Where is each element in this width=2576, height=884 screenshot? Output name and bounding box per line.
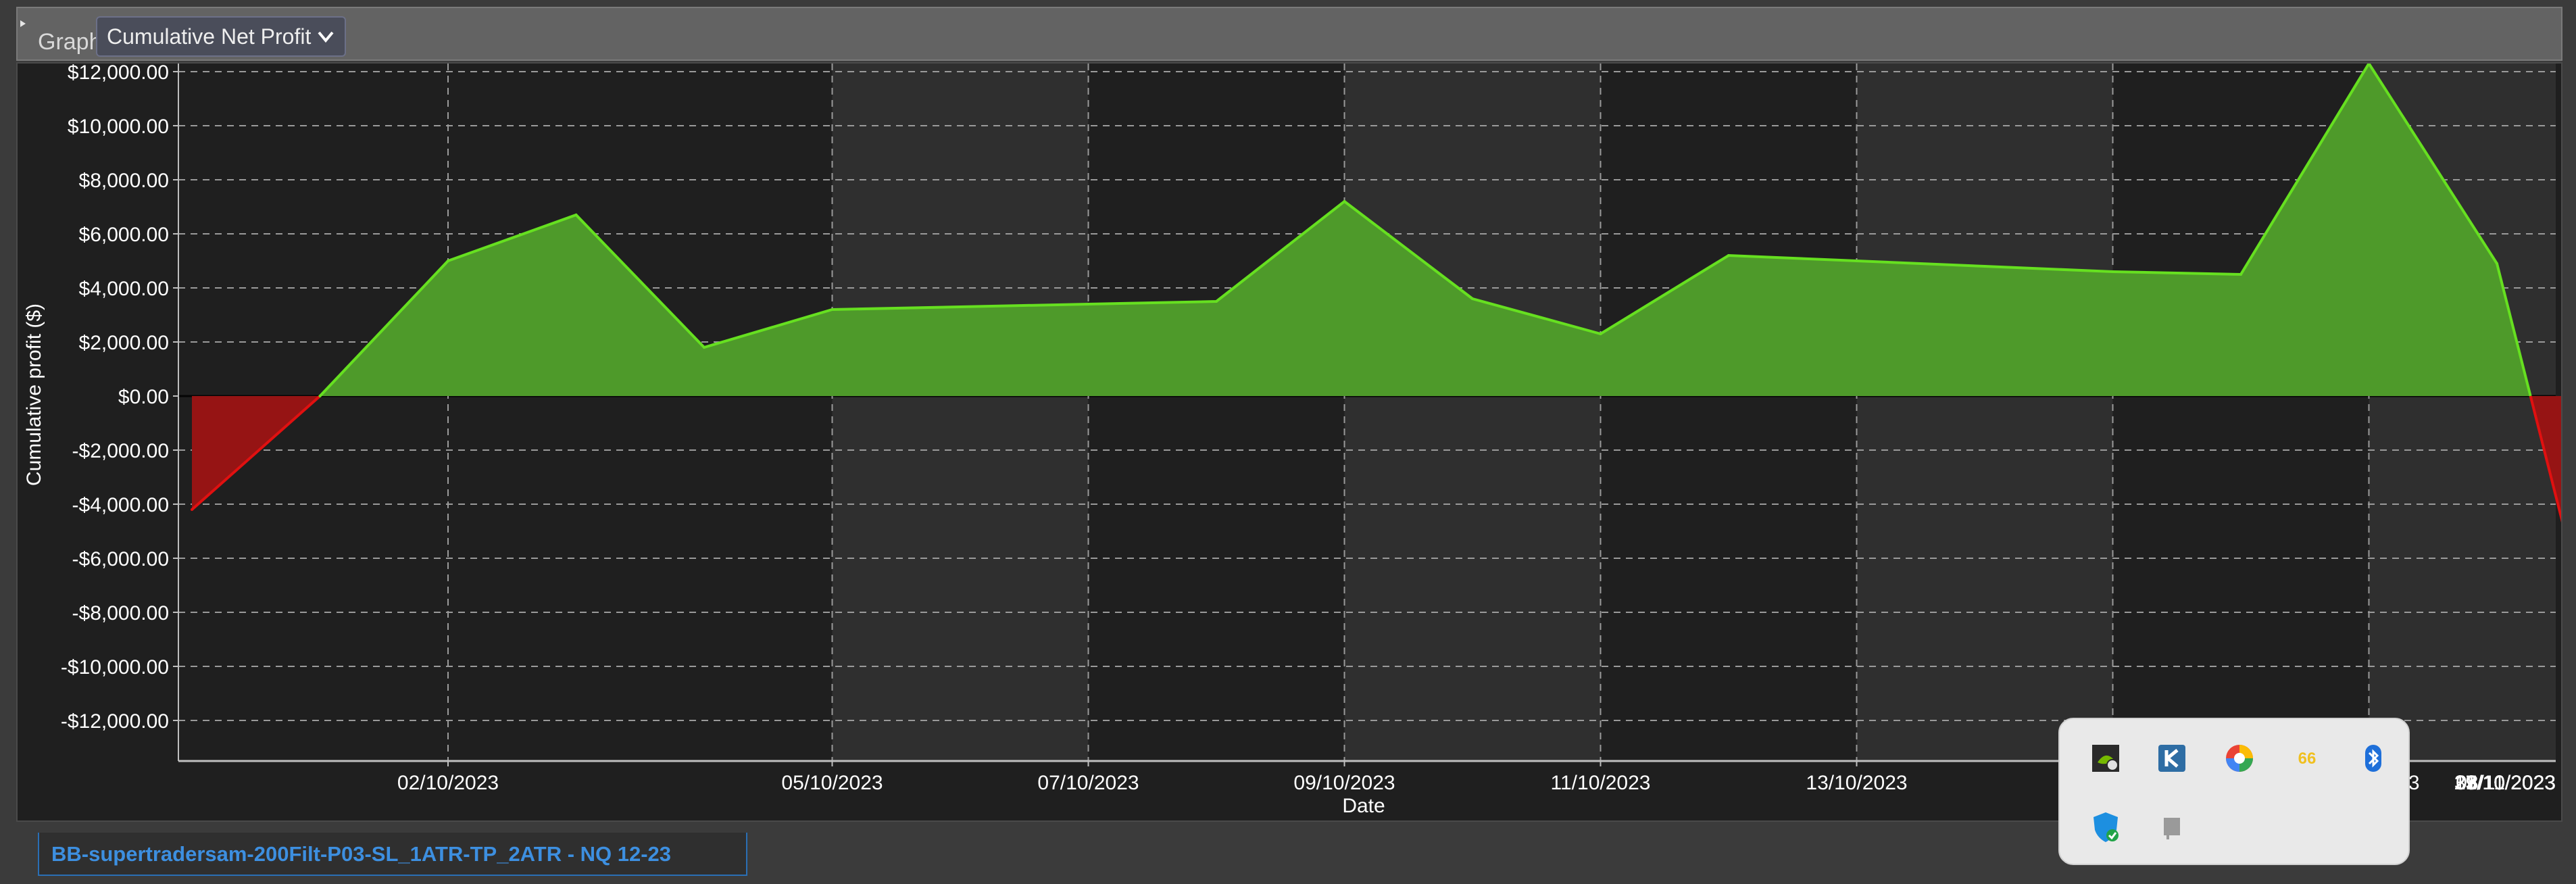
x-tick-label: 08/11/2023 — [2456, 772, 2556, 794]
graph-type-selected-value: Cumulative Net Profit — [107, 24, 312, 49]
data-point — [1343, 200, 1346, 203]
x-tick-label: 07/10/2023 — [1037, 772, 1139, 794]
date-stripe — [1856, 64, 2113, 761]
y-tick-label: -$8,000.00 — [72, 602, 169, 624]
y-tick-label: $4,000.00 — [79, 278, 169, 300]
data-point — [1855, 260, 1858, 262]
k-app-icon[interactable] — [2153, 739, 2191, 777]
y-tick-label: $10,000.00 — [68, 116, 169, 138]
data-point — [703, 346, 705, 349]
data-point — [1599, 333, 1602, 335]
data-point — [1087, 303, 1090, 305]
data-point — [2111, 270, 2114, 273]
data-point — [574, 214, 578, 216]
device-icon[interactable] — [2153, 808, 2191, 846]
y-axis: $12,000.00 $10,000.00 $8,000.00 $6,000.00 $4… — [61, 64, 178, 733]
data-point — [2496, 262, 2498, 265]
strategy-tab-label: BB-supertradersam-200Filt-P03-SL_1ATR-TP… — [51, 842, 672, 866]
data-point — [831, 308, 834, 311]
data-point — [318, 395, 322, 397]
y-tick-label: -$10,000.00 — [61, 656, 169, 679]
y-tick-label: $12,000.00 — [68, 64, 169, 84]
data-point — [1983, 265, 1986, 268]
y-tick-label: $8,000.00 — [79, 170, 169, 192]
y-axis-title: Cumulative profit ($) — [23, 303, 45, 486]
x-tick-label: 02/10/2023 — [397, 772, 499, 794]
data-point — [959, 305, 962, 308]
y-tick-label: $6,000.00 — [79, 224, 169, 246]
date-stripes — [832, 64, 2556, 761]
strategy-tab[interactable]: BB-supertradersam-200Filt-P03-SL_1ATR-TP… — [38, 833, 747, 876]
data-point — [2239, 273, 2242, 276]
cumulative-profit-chart[interactable]: $12,000.00 $10,000.00 $8,000.00 $6,000.00 $4… — [16, 62, 2562, 822]
strategy-analyzer-window: Graph Cumulative Net Profit $12,000.00 $1… — [0, 0, 2576, 884]
x-tick-label: 05/10/2023 — [781, 772, 883, 794]
x-tick-label: 13/10/2023 — [1806, 772, 1907, 794]
y-tick-label: -$6,000.00 — [72, 548, 169, 570]
chart-canvas: $12,000.00 $10,000.00 $8,000.00 $6,000.00 $4… — [23, 64, 2561, 817]
y-tick-label: $2,000.00 — [79, 332, 169, 354]
data-point — [1727, 254, 1730, 257]
bluetooth-icon[interactable] — [2354, 739, 2392, 777]
system-tray-flyout: 66 — [2058, 718, 2410, 865]
y-tick-label: -$12,000.00 — [61, 710, 169, 733]
graph-type-dropdown[interactable]: Cumulative Net Profit — [96, 16, 346, 57]
date-stripe — [832, 64, 1089, 761]
date-stripe — [1344, 64, 1601, 761]
x-tick-label: 09/10/2023 — [1293, 772, 1395, 794]
data-point — [1215, 300, 1218, 303]
color-wheel-icon[interactable] — [2221, 739, 2258, 777]
graph-label: Graph — [38, 29, 102, 55]
number-66-icon[interactable]: 66 — [2288, 739, 2326, 777]
y-tick-label: $0.00 — [118, 386, 169, 408]
x-tick-label: 11/10/2023 — [1551, 772, 1651, 794]
number-66-text: 66 — [2298, 750, 2317, 768]
data-point — [191, 508, 193, 511]
expand-arrow-icon[interactable] — [20, 20, 26, 27]
y-tick-label: -$2,000.00 — [72, 440, 169, 462]
security-shield-icon[interactable] — [2087, 808, 2125, 846]
graph-toolbar: Graph Cumulative Net Profit — [16, 7, 2562, 61]
data-point — [1471, 297, 1474, 300]
nvidia-icon[interactable] — [2087, 739, 2125, 777]
x-axis-title: Date — [1342, 795, 1385, 817]
data-point — [447, 260, 449, 262]
y-tick-label: -$4,000.00 — [72, 494, 169, 516]
chevron-down-icon — [318, 31, 334, 43]
